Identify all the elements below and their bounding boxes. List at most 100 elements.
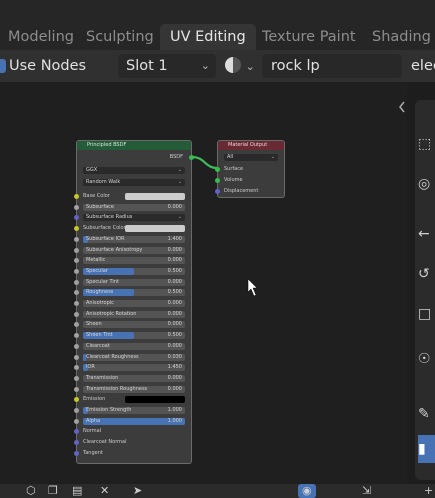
bsdf-input-row: Specular Tint 0.000 bbox=[74, 278, 191, 287]
tab-uv-editing[interactable]: UV Editing bbox=[160, 24, 256, 50]
input-socket[interactable] bbox=[74, 333, 79, 339]
input-socket[interactable] bbox=[74, 279, 79, 285]
color-swatch[interactable] bbox=[125, 396, 185, 404]
input-socket[interactable] bbox=[74, 247, 79, 253]
material-output-title[interactable]: Material Output bbox=[218, 141, 284, 150]
value-slider[interactable]: Anisotropic Rotation 0.000 bbox=[83, 310, 185, 318]
input-socket[interactable] bbox=[74, 375, 79, 381]
cursor-icon[interactable]: ◎ bbox=[418, 170, 435, 198]
move-icon[interactable]: ← bbox=[418, 220, 435, 248]
value-slider[interactable]: Clearcoat 0.000 bbox=[83, 342, 185, 350]
node-canvas[interactable] bbox=[0, 82, 407, 484]
value-slider[interactable]: Subsurface Anisotropy 0.000 bbox=[83, 246, 185, 254]
input-socket[interactable] bbox=[74, 311, 79, 317]
input-socket[interactable] bbox=[74, 365, 79, 371]
value-slider[interactable]: Subsurface 0.000 bbox=[83, 203, 185, 211]
input-socket[interactable] bbox=[74, 215, 79, 221]
slider-value: 1.000 bbox=[167, 417, 182, 424]
slot-dropdown[interactable]: Slot 1 ⌄ bbox=[118, 54, 216, 78]
color-swatch[interactable] bbox=[125, 225, 185, 233]
input-socket[interactable] bbox=[74, 258, 79, 264]
transform-icon[interactable]: ☉ bbox=[418, 345, 435, 373]
use-nodes-checkbox[interactable] bbox=[0, 54, 8, 78]
bsdf-input-row: Metallic 0.000 bbox=[74, 256, 191, 265]
value-slider[interactable]: Clearcoat Roughness 0.030 bbox=[83, 353, 185, 361]
chevron-left-icon[interactable] bbox=[399, 101, 405, 113]
bsdf-input-row: Roughness 0.500 bbox=[74, 288, 191, 297]
value-slider[interactable]: Transmission 0.000 bbox=[83, 374, 185, 382]
input-socket[interactable] bbox=[74, 343, 79, 349]
bsdf-input-row: Emission Strength 1.000 bbox=[74, 406, 191, 415]
subsurface-method-dropdown[interactable]: Random Walk ⌄ bbox=[83, 179, 185, 186]
snap-icon[interactable]: ⇲ bbox=[362, 484, 371, 498]
volume-socket[interactable] bbox=[215, 178, 220, 183]
chevron-down-icon: ⌄ bbox=[200, 59, 210, 72]
value-slider[interactable]: IOR 1.450 bbox=[83, 364, 185, 372]
distribution-dropdown[interactable]: GGX ⌄ bbox=[83, 167, 185, 174]
input-socket[interactable] bbox=[74, 194, 79, 199]
cube-icon[interactable]: ⬡ bbox=[26, 484, 36, 498]
tab-sculpting[interactable]: Sculpting bbox=[86, 24, 154, 50]
scale-icon[interactable]: □ bbox=[418, 300, 435, 328]
input-socket[interactable] bbox=[74, 268, 79, 274]
select-menu-partial[interactable]: elec bbox=[411, 54, 435, 78]
color-swatch[interactable] bbox=[125, 193, 185, 200]
select-box-icon[interactable]: ⬚ bbox=[418, 130, 435, 158]
slider-value: 0.500 bbox=[167, 332, 182, 339]
value-slider[interactable]: Emission Strength 1.000 bbox=[83, 407, 185, 414]
input-socket[interactable] bbox=[74, 301, 79, 306]
value-slider[interactable]: Transmission Roughness 0.000 bbox=[83, 385, 185, 393]
value-slider[interactable]: Subsurface IOR 1.400 bbox=[83, 235, 185, 243]
input-socket[interactable] bbox=[74, 440, 79, 446]
add-icon[interactable]: + bbox=[424, 484, 433, 498]
input-socket[interactable] bbox=[74, 429, 79, 435]
value-slider[interactable]: Sheen 0.000 bbox=[83, 321, 185, 329]
surface-socket[interactable] bbox=[215, 167, 220, 172]
input-socket[interactable] bbox=[74, 397, 79, 403]
input-socket[interactable] bbox=[74, 408, 79, 413]
input-socket[interactable] bbox=[74, 322, 79, 328]
bsdf-output-label: BSDF bbox=[169, 154, 183, 160]
tab-modeling[interactable]: Modeling bbox=[8, 24, 74, 50]
folder-icon[interactable]: ▤ bbox=[72, 484, 82, 498]
value-slider[interactable]: Roughness 0.500 bbox=[83, 289, 185, 297]
bsdf-node-title[interactable]: Principled BSDF bbox=[77, 141, 191, 150]
close-icon[interactable]: ✕ bbox=[100, 484, 109, 498]
input-socket[interactable] bbox=[74, 418, 79, 424]
input-socket[interactable] bbox=[74, 236, 79, 242]
value-slider[interactable]: Alpha 1.000 bbox=[83, 417, 185, 425]
copy-icon[interactable]: ❐ bbox=[48, 484, 58, 498]
subsurface-radius-dropdown[interactable]: Subsurface Radius ⌄ bbox=[83, 214, 185, 222]
material-name-field[interactable]: rock lp bbox=[262, 54, 402, 78]
input-socket[interactable] bbox=[74, 226, 79, 232]
displacement-socket[interactable] bbox=[215, 189, 220, 194]
pin-icon[interactable]: ➤ bbox=[133, 484, 142, 498]
bsdf-input-row: Subsurface Color bbox=[74, 224, 191, 233]
value-slider[interactable]: Metallic 0.000 bbox=[83, 257, 185, 265]
displacement-input-row: Displacement bbox=[215, 187, 284, 196]
value-slider[interactable]: Specular 0.500 bbox=[83, 267, 185, 275]
rotate-icon[interactable]: ↺ bbox=[418, 260, 435, 288]
measure-icon[interactable]: ▮ bbox=[418, 435, 435, 463]
material-browse-button[interactable]: ⌄ bbox=[225, 54, 261, 78]
target-dropdown[interactable]: All ⌄ bbox=[224, 154, 278, 161]
value-slider[interactable]: Sheen Tint 0.500 bbox=[83, 332, 185, 340]
material-output-node[interactable]: Material Output All ⌄ Surface Volume Disp… bbox=[215, 140, 285, 198]
value-slider[interactable]: Specular Tint 0.000 bbox=[83, 278, 185, 286]
input-socket[interactable] bbox=[74, 204, 79, 210]
slider-value: 0.000 bbox=[167, 246, 182, 253]
slider-label: Specular Tint bbox=[86, 278, 119, 285]
tab-texture-paint[interactable]: Texture Paint bbox=[262, 24, 356, 50]
chevron-down-icon: ⌄ bbox=[245, 60, 255, 73]
input-socket[interactable] bbox=[74, 386, 79, 392]
tab-shading[interactable]: Shading bbox=[372, 24, 431, 50]
overlay-icon[interactable]: ◉ bbox=[298, 484, 316, 498]
input-socket[interactable] bbox=[74, 354, 79, 360]
slider-label: Specular bbox=[86, 267, 108, 274]
input-socket[interactable] bbox=[74, 450, 79, 456]
input-socket[interactable] bbox=[74, 290, 79, 296]
annotate-icon[interactable]: ✎ bbox=[418, 400, 435, 428]
value-slider[interactable]: Anisotropic 0.000 bbox=[83, 300, 185, 307]
bsdf-output-socket[interactable] bbox=[189, 155, 194, 160]
principled-bsdf-node[interactable]: Principled BSDF BSDF GGX ⌄ Random Walk ⌄ B… bbox=[74, 140, 194, 464]
